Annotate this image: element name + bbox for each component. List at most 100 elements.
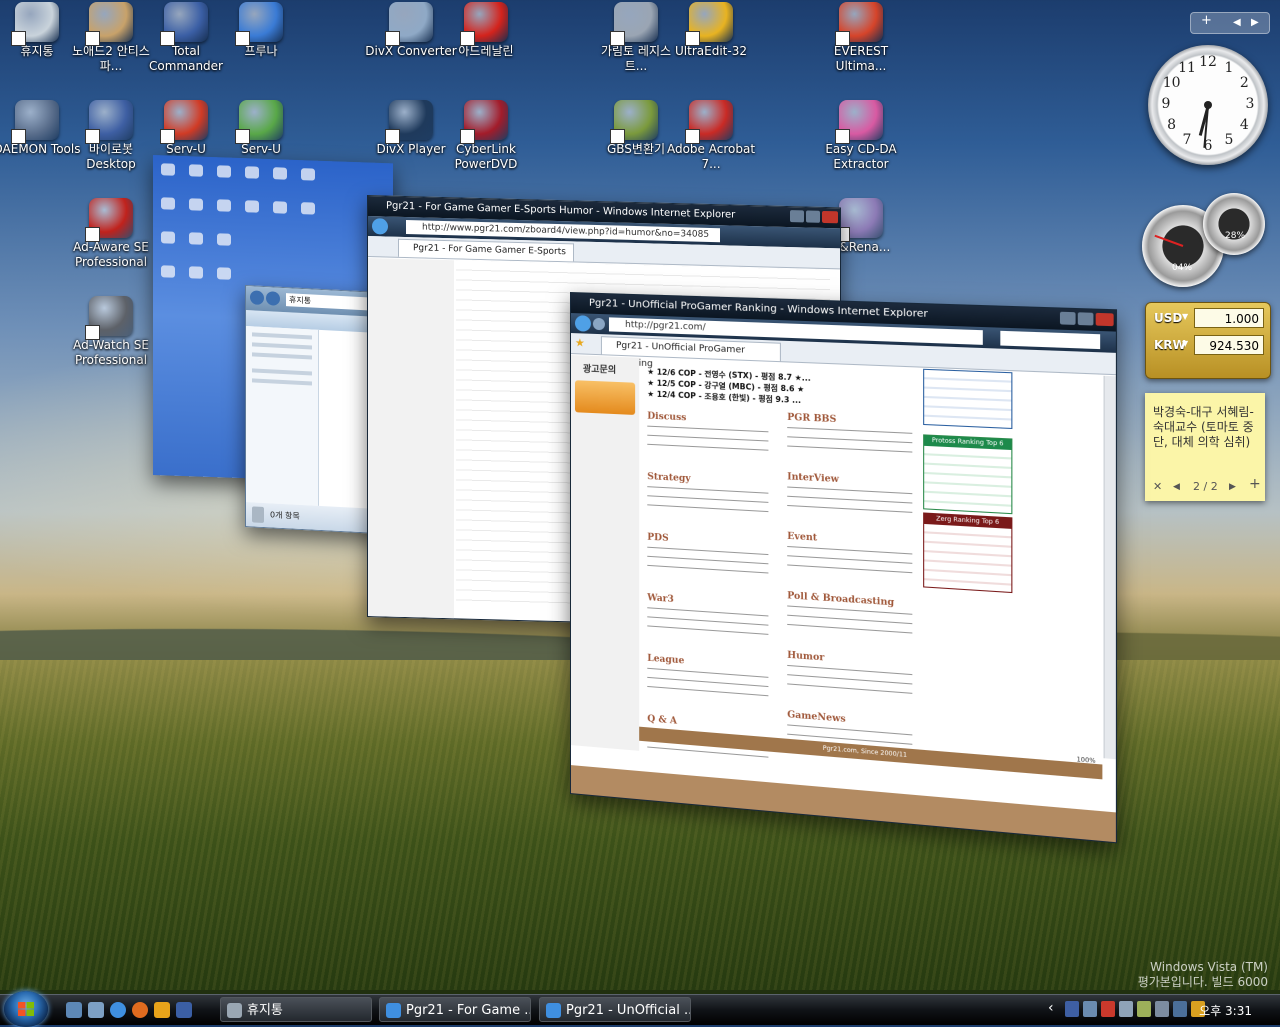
search-input[interactable] bbox=[1000, 331, 1100, 349]
currency-value[interactable]: 924.530 bbox=[1194, 335, 1264, 355]
desktop-icon[interactable]: 프루나 bbox=[215, 2, 307, 59]
dropdown-arrow-icon[interactable]: ▼ bbox=[1182, 312, 1188, 321]
board-post-lines[interactable] bbox=[787, 605, 912, 640]
back-button-icon[interactable] bbox=[372, 218, 388, 234]
board-post-lines[interactable] bbox=[647, 607, 768, 642]
close-note-button[interactable]: ✕ bbox=[1153, 479, 1162, 494]
switch-windows-icon[interactable] bbox=[88, 1002, 104, 1018]
board-post-lines[interactable] bbox=[787, 427, 912, 460]
desktop-icon[interactable]: CyberLink PowerDVD bbox=[440, 100, 532, 172]
tab-humor[interactable]: Pgr21 - For Game Gamer E-Sports Humor bbox=[398, 239, 574, 262]
next-note-icon[interactable]: ▶ bbox=[1229, 480, 1236, 495]
add-note-button[interactable]: + bbox=[1249, 477, 1261, 492]
currency-code[interactable]: KRW bbox=[1154, 338, 1186, 352]
internet-explorer-icon[interactable] bbox=[110, 1002, 126, 1018]
close-button[interactable] bbox=[1096, 313, 1114, 326]
media-player-icon[interactable] bbox=[154, 1002, 170, 1018]
back-icon[interactable] bbox=[250, 290, 264, 305]
desktop-icon-label: Adobe Acrobat 7... bbox=[665, 142, 757, 172]
add-gadget-button[interactable]: + bbox=[1201, 13, 1212, 28]
close-button[interactable] bbox=[822, 211, 838, 223]
back-button-icon[interactable] bbox=[575, 315, 591, 332]
thumbnail-icon bbox=[245, 200, 259, 212]
board-post-lines[interactable] bbox=[787, 546, 912, 581]
favorites-star-icon[interactable]: ★ bbox=[575, 336, 585, 349]
total-commander-icon[interactable] bbox=[176, 1002, 192, 1018]
prev-note-icon[interactable]: ◀ bbox=[1173, 480, 1180, 495]
board-section-title[interactable]: War3 bbox=[647, 593, 674, 605]
desktop-icon[interactable]: 아드레날린 bbox=[440, 2, 532, 59]
minimize-button[interactable] bbox=[1060, 312, 1076, 325]
maximize-button[interactable] bbox=[1078, 312, 1094, 325]
vertical-scrollbar[interactable] bbox=[1104, 376, 1116, 759]
ad-label: 광고문의 bbox=[571, 355, 639, 377]
top-cop-list: ★ 12/6 COP - 전영수 (STX) - 평점 8.7 ★... ★ 1… bbox=[647, 366, 854, 408]
board-post-lines[interactable] bbox=[647, 426, 768, 458]
board-section-title[interactable]: GameNews bbox=[787, 710, 845, 725]
dropdown-arrow-icon[interactable]: ▼ bbox=[1182, 339, 1188, 348]
taskbar-button[interactable]: Pgr21 - For Game ... bbox=[379, 997, 531, 1022]
currency-row[interactable]: USD ▼ 1.000 bbox=[1152, 308, 1264, 330]
maximize-button[interactable] bbox=[806, 210, 820, 222]
next-arrow-icon[interactable]: ▶ bbox=[1251, 13, 1259, 33]
memory-percent: 28% bbox=[1225, 231, 1245, 241]
security-tray-icon[interactable] bbox=[1101, 1001, 1115, 1017]
sidebar-gadget-bar[interactable]: + ◀ ▶ bbox=[1190, 12, 1270, 34]
forward-button-icon[interactable] bbox=[593, 318, 605, 330]
board-section-title[interactable]: Strategy bbox=[647, 472, 690, 484]
notes-gadget[interactable]: 박경숙-대구 서혜림-숙대교수 (토마토 중단, 대체 의학 심취) ✕ ◀ 2… bbox=[1145, 393, 1265, 501]
board-post-lines[interactable] bbox=[787, 665, 912, 701]
desktop-icon[interactable]: Easy CD-DA Extractor bbox=[815, 100, 907, 172]
power-tray-icon[interactable] bbox=[1137, 1001, 1151, 1017]
clock-gadget[interactable]: 121234567891011 bbox=[1148, 45, 1268, 165]
board-section-title[interactable]: Humor bbox=[787, 651, 824, 664]
board-section-title[interactable]: PDS bbox=[647, 533, 668, 544]
board-post-lines[interactable] bbox=[787, 487, 912, 521]
minimize-button[interactable] bbox=[790, 210, 804, 222]
board-section-title[interactable]: Event bbox=[787, 532, 817, 544]
start-button[interactable] bbox=[4, 991, 48, 1027]
show-desktop-icon[interactable] bbox=[66, 1002, 82, 1018]
firefox-icon[interactable] bbox=[132, 1002, 148, 1018]
desktop-icon[interactable]: Ad-Aware SE Professional bbox=[65, 198, 157, 270]
currency-gadget[interactable]: USD ▼ 1.000 KRW ▼ 924.530 bbox=[1145, 302, 1271, 379]
desktop-icon[interactable]: Serv-U bbox=[215, 100, 307, 157]
thumbnail-icon bbox=[217, 267, 231, 279]
board-post-lines[interactable] bbox=[647, 668, 768, 704]
terran-ranking bbox=[923, 369, 1012, 429]
forward-icon[interactable] bbox=[266, 291, 280, 306]
note-text[interactable]: 박경숙-대구 서혜림-숙대교수 (토마토 중단, 대체 의학 심취) bbox=[1153, 405, 1257, 450]
board-section-title[interactable]: Discuss bbox=[647, 411, 686, 423]
desktop-icon[interactable]: Adobe Acrobat 7... bbox=[665, 100, 757, 172]
taskbar-button[interactable]: Pgr21 - UnOfficial ... bbox=[539, 997, 691, 1022]
board-section-title[interactable]: InterView bbox=[787, 472, 839, 485]
divx-player-icon bbox=[389, 100, 433, 140]
taskbar-clock[interactable]: 오후 3:31 bbox=[1199, 1002, 1252, 1019]
board-section-title[interactable]: Q & A bbox=[647, 714, 677, 727]
currency-value[interactable]: 1.000 bbox=[1194, 308, 1264, 328]
ad-banner[interactable] bbox=[575, 380, 635, 415]
memory-meter-gadget[interactable]: 28% bbox=[1203, 193, 1265, 255]
board-section-title[interactable]: PGR BBS bbox=[787, 413, 836, 426]
clock-center bbox=[1204, 101, 1212, 109]
tray-expand-icon[interactable]: ‹ bbox=[1048, 1000, 1054, 1016]
desktop-icon[interactable]: UltraEdit-32 bbox=[665, 2, 757, 59]
currency-row[interactable]: KRW ▼ 924.530 bbox=[1152, 335, 1264, 357]
board-section-title[interactable]: League bbox=[647, 654, 684, 667]
desktop-icon[interactable]: EVEREST Ultima... bbox=[815, 2, 907, 74]
volume-tray-icon[interactable] bbox=[1119, 1001, 1133, 1017]
language-tray-icon[interactable] bbox=[1173, 1001, 1187, 1017]
thumbnail-icon bbox=[217, 233, 231, 245]
ie-window-ranking[interactable]: Pgr21 - UnOfficial ProGamer Ranking - Wi… bbox=[570, 292, 1117, 843]
currency-code[interactable]: USD bbox=[1154, 311, 1182, 325]
monitor-tray-icon[interactable] bbox=[1155, 1001, 1169, 1017]
desktop-icon[interactable]: Ad-Watch SE Professional bbox=[65, 296, 157, 368]
virobot-tray-icon[interactable] bbox=[1065, 1001, 1079, 1017]
prev-arrow-icon[interactable]: ◀ bbox=[1233, 13, 1241, 33]
taskbar-button[interactable]: 휴지통 bbox=[220, 997, 372, 1022]
board-post-lines[interactable] bbox=[647, 486, 768, 519]
zoom-level[interactable]: 100% bbox=[1076, 756, 1095, 765]
network-tray-icon[interactable] bbox=[1083, 1001, 1097, 1017]
thumbnail-icon bbox=[161, 197, 175, 209]
board-post-lines[interactable] bbox=[647, 547, 768, 581]
